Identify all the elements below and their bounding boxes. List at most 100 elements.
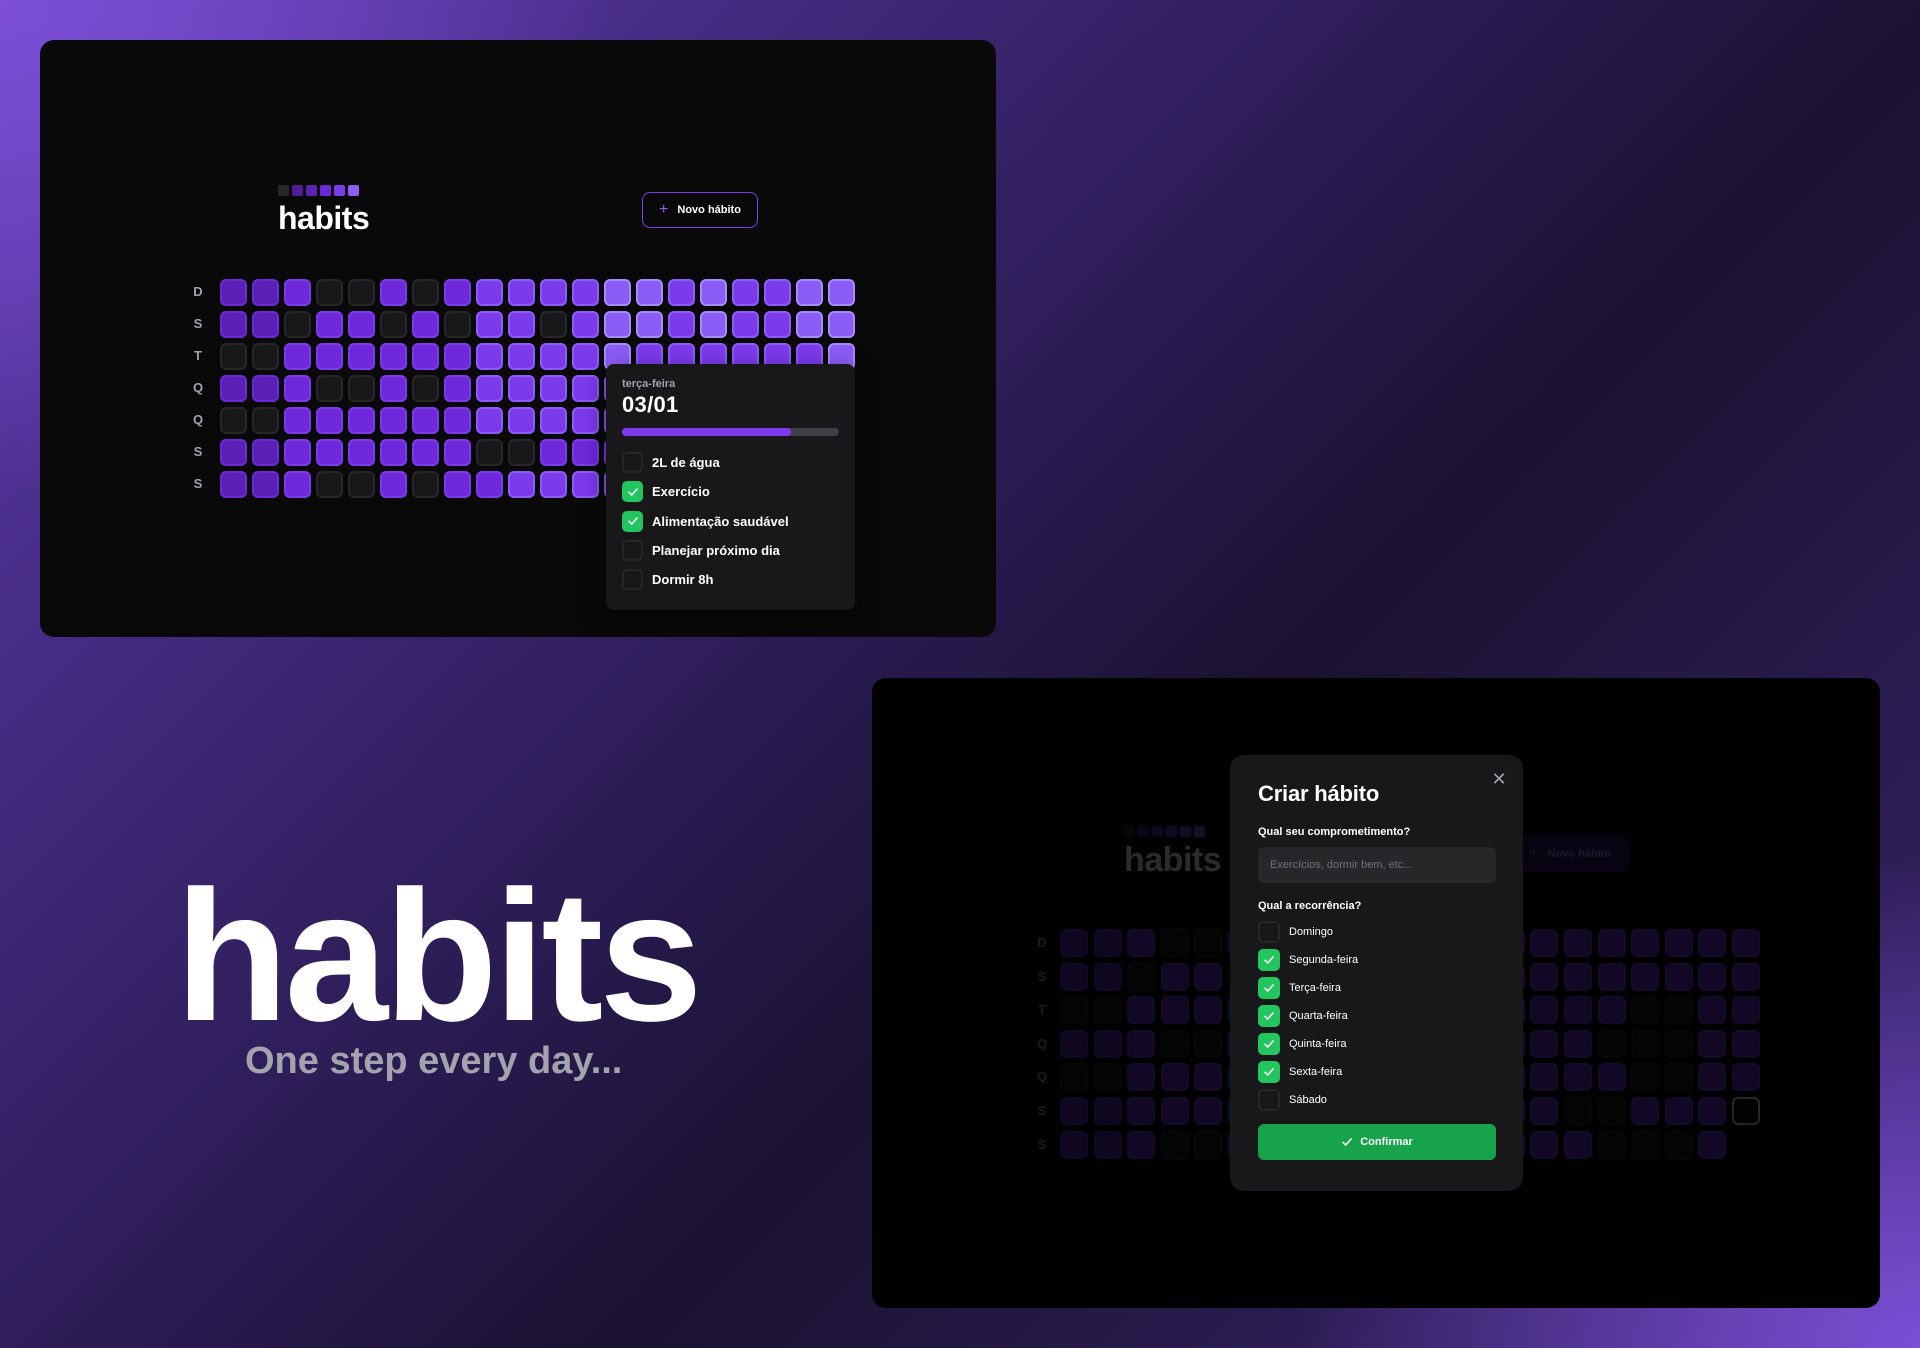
checkbox[interactable]: [1258, 949, 1280, 971]
day-cell[interactable]: [316, 439, 343, 466]
day-cell[interactable]: [252, 311, 279, 338]
recurrence-day[interactable]: Sexta-feira: [1258, 1058, 1495, 1086]
checkbox[interactable]: [1258, 1005, 1280, 1027]
day-cell[interactable]: [284, 375, 311, 402]
day-cell[interactable]: [316, 375, 343, 402]
habit-item[interactable]: Dormir 8h: [622, 565, 839, 594]
day-cell[interactable]: [348, 439, 375, 466]
checkbox[interactable]: [622, 481, 643, 503]
day-cell[interactable]: [220, 311, 247, 338]
day-cell[interactable]: [508, 343, 535, 370]
day-cell[interactable]: [412, 279, 439, 306]
day-cell[interactable]: [828, 279, 855, 306]
day-cell[interactable]: [316, 471, 343, 498]
day-cell[interactable]: [284, 279, 311, 306]
day-cell[interactable]: [764, 279, 791, 306]
checkbox[interactable]: [1258, 1089, 1280, 1111]
day-cell[interactable]: [316, 343, 343, 370]
day-cell[interactable]: [284, 343, 311, 370]
day-cell[interactable]: [572, 439, 599, 466]
day-cell[interactable]: [636, 311, 663, 338]
day-cell[interactable]: [220, 375, 247, 402]
day-cell[interactable]: [444, 279, 471, 306]
day-cell[interactable]: [732, 279, 759, 306]
day-cell[interactable]: [540, 407, 567, 434]
day-cell[interactable]: [252, 343, 279, 370]
day-cell[interactable]: [508, 279, 535, 306]
day-cell[interactable]: [284, 407, 311, 434]
day-cell[interactable]: [604, 311, 631, 338]
day-cell[interactable]: [284, 311, 311, 338]
close-icon[interactable]: ✕: [1489, 769, 1509, 789]
day-cell[interactable]: [508, 311, 535, 338]
day-cell[interactable]: [636, 279, 663, 306]
day-cell[interactable]: [252, 279, 279, 306]
checkbox[interactable]: [1258, 921, 1280, 943]
day-cell[interactable]: [700, 311, 727, 338]
recurrence-day[interactable]: Quinta-feira: [1258, 1030, 1495, 1058]
day-cell[interactable]: [348, 407, 375, 434]
day-cell[interactable]: [572, 343, 599, 370]
day-cell[interactable]: [540, 439, 567, 466]
day-cell[interactable]: [668, 311, 695, 338]
habit-item[interactable]: Planejar próximo dia: [622, 536, 839, 565]
day-cell[interactable]: [348, 471, 375, 498]
day-cell[interactable]: [380, 311, 407, 338]
day-cell[interactable]: [604, 279, 631, 306]
checkbox[interactable]: [622, 540, 643, 562]
day-cell[interactable]: [476, 407, 503, 434]
new-habit-button[interactable]: + Novo hábito: [642, 192, 758, 228]
day-cell[interactable]: [476, 471, 503, 498]
day-cell[interactable]: [508, 375, 535, 402]
day-cell[interactable]: [412, 375, 439, 402]
day-cell[interactable]: [252, 471, 279, 498]
day-cell[interactable]: [668, 279, 695, 306]
day-cell[interactable]: [796, 279, 823, 306]
day-cell[interactable]: [412, 471, 439, 498]
day-cell[interactable]: [444, 439, 471, 466]
day-cell[interactable]: [220, 471, 247, 498]
day-cell[interactable]: [444, 311, 471, 338]
day-cell[interactable]: [348, 375, 375, 402]
day-cell[interactable]: [476, 311, 503, 338]
day-cell[interactable]: [476, 439, 503, 466]
day-cell[interactable]: [284, 439, 311, 466]
confirm-button[interactable]: Confirmar: [1258, 1124, 1496, 1160]
day-cell[interactable]: [828, 311, 855, 338]
day-cell[interactable]: [380, 375, 407, 402]
day-cell[interactable]: [348, 279, 375, 306]
day-cell[interactable]: [412, 439, 439, 466]
checkbox[interactable]: [622, 510, 643, 532]
day-cell[interactable]: [444, 471, 471, 498]
checkbox[interactable]: [1258, 977, 1280, 999]
day-cell[interactable]: [508, 439, 535, 466]
day-cell[interactable]: [700, 279, 727, 306]
day-cell[interactable]: [220, 279, 247, 306]
day-cell[interactable]: [476, 375, 503, 402]
recurrence-day[interactable]: Segunda-feira: [1258, 946, 1495, 974]
day-cell[interactable]: [476, 279, 503, 306]
day-cell[interactable]: [764, 311, 791, 338]
habit-item[interactable]: Alimentação saudável: [622, 507, 839, 536]
day-cell[interactable]: [572, 375, 599, 402]
recurrence-day[interactable]: Quarta-feira: [1258, 1002, 1495, 1030]
day-cell[interactable]: [284, 471, 311, 498]
day-cell[interactable]: [508, 471, 535, 498]
day-cell[interactable]: [380, 471, 407, 498]
checkbox[interactable]: [622, 452, 643, 474]
day-cell[interactable]: [444, 343, 471, 370]
day-cell[interactable]: [572, 407, 599, 434]
day-cell[interactable]: [572, 279, 599, 306]
habit-item[interactable]: Exercício: [622, 477, 839, 506]
day-cell[interactable]: [540, 311, 567, 338]
day-cell[interactable]: [220, 439, 247, 466]
day-cell[interactable]: [316, 407, 343, 434]
day-cell[interactable]: [476, 343, 503, 370]
day-cell[interactable]: [220, 407, 247, 434]
day-cell[interactable]: [380, 439, 407, 466]
checkbox[interactable]: [622, 569, 643, 591]
habit-item[interactable]: 2L de água: [622, 448, 839, 477]
day-cell[interactable]: [412, 311, 439, 338]
day-cell[interactable]: [380, 279, 407, 306]
commitment-input[interactable]: [1258, 847, 1496, 883]
